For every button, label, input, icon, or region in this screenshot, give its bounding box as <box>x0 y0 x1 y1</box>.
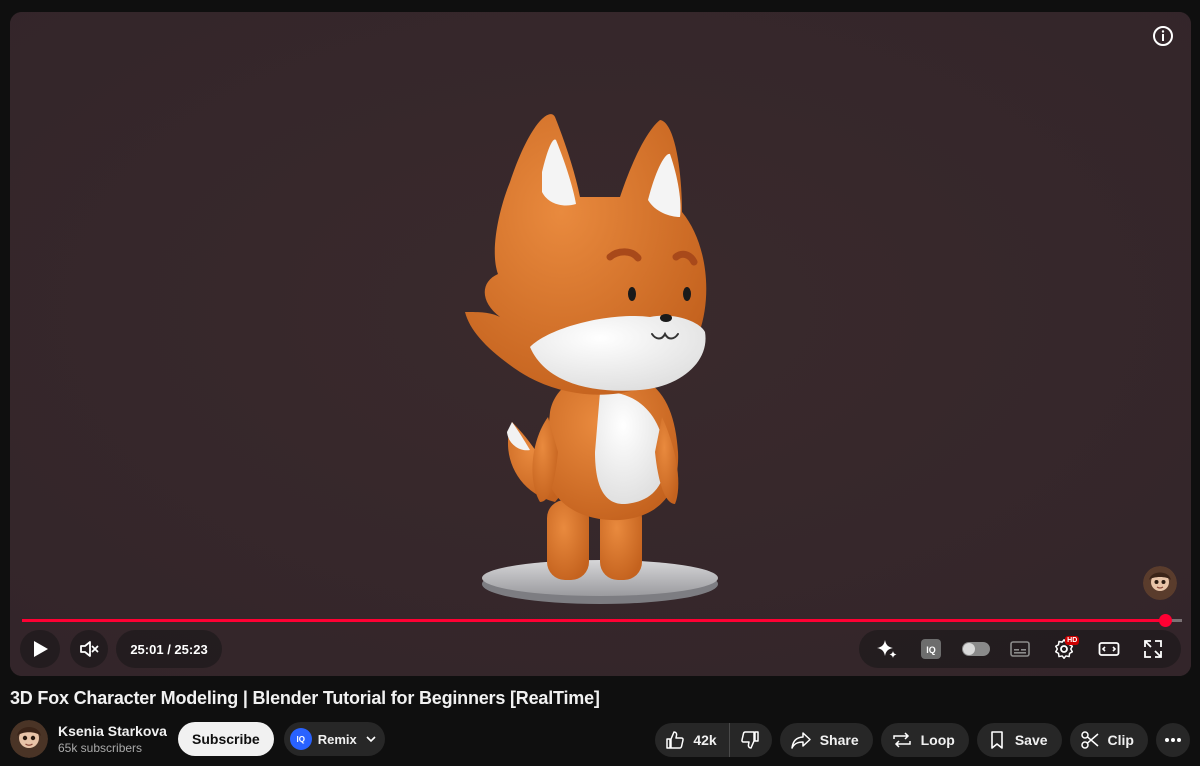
more-horizontal-icon <box>1165 738 1181 742</box>
like-dislike-group: 42k <box>655 723 772 757</box>
fullscreen-button[interactable] <box>1135 631 1171 667</box>
chevron-down-icon <box>366 736 376 743</box>
loop-button[interactable]: Loop <box>880 723 969 757</box>
channel-avatar[interactable] <box>10 720 48 758</box>
channel-name[interactable]: Ksenia Starkova <box>58 722 178 740</box>
share-icon <box>790 732 811 749</box>
info-icon[interactable] <box>1151 24 1175 48</box>
mute-button[interactable] <box>70 630 108 668</box>
video-player[interactable]: 25:01 / 25:23 IQ HD <box>10 12 1191 676</box>
time-separator: / <box>163 641 175 657</box>
loop-label: Loop <box>920 732 955 748</box>
duration: 25:23 <box>174 641 208 657</box>
scissors-icon <box>1080 731 1099 749</box>
thumbs-down-icon <box>740 731 759 749</box>
share-label: Share <box>819 732 859 748</box>
bookmark-icon <box>991 731 1003 749</box>
subtitles-button[interactable] <box>1002 631 1038 667</box>
like-button[interactable]: 42k <box>655 723 730 757</box>
more-actions-button[interactable] <box>1156 723 1190 757</box>
progress-played <box>22 619 1165 622</box>
channel-info: Ksenia Starkova 65k subscribers <box>58 722 178 756</box>
remix-button[interactable]: IQ Remix <box>283 722 385 756</box>
progress-scrubber[interactable] <box>1158 614 1172 627</box>
subscriber-count: 65k subscribers <box>58 741 143 755</box>
subscribe-button[interactable]: Subscribe <box>178 722 274 756</box>
subtitles-icon <box>1010 641 1030 657</box>
iq-extension-button[interactable]: IQ <box>913 631 949 667</box>
autoplay-switch <box>961 642 990 656</box>
theater-mode-icon <box>1098 642 1119 656</box>
current-time: 25:01 <box>130 641 164 657</box>
like-count: 42k <box>693 732 717 748</box>
loop-icon <box>892 732 911 748</box>
share-button[interactable]: Share <box>779 723 873 757</box>
svg-text:IQ: IQ <box>927 645 937 655</box>
time-display: 25:01 / 25:23 <box>116 630 222 668</box>
fullscreen-icon <box>1143 640 1162 658</box>
remix-label: Remix <box>317 731 357 747</box>
thumbs-up-icon <box>666 731 685 749</box>
fox-character-render <box>10 12 1191 676</box>
iq-icon: IQ <box>921 639 942 659</box>
dislike-button[interactable] <box>730 723 772 757</box>
clip-label: Clip <box>1107 732 1134 748</box>
action-bar: 42k Share Loop Save Clip <box>655 722 1190 758</box>
channel-owner-row: Ksenia Starkova 65k subscribers Subscrib… <box>10 718 385 760</box>
autoplay-toggle[interactable] <box>958 631 994 667</box>
sparkle-icon <box>877 640 897 658</box>
remix-logo-icon: IQ <box>289 728 312 750</box>
save-button[interactable]: Save <box>976 723 1062 757</box>
video-title: 3D Fox Character Modeling | Blender Tuto… <box>10 688 600 708</box>
settings-button[interactable]: HD <box>1046 631 1082 667</box>
play-button[interactable] <box>20 630 60 668</box>
clip-button[interactable]: Clip <box>1069 723 1148 757</box>
volume-muted-icon <box>80 641 99 657</box>
channel-watermark[interactable] <box>1143 566 1177 600</box>
ai-sparkle-button[interactable] <box>869 631 905 667</box>
video-frame[interactable] <box>10 12 1191 676</box>
theater-mode-button[interactable] <box>1091 631 1127 667</box>
hd-badge: HD <box>1065 636 1080 645</box>
play-icon <box>34 641 48 657</box>
progress-bar[interactable] <box>22 614 1182 627</box>
right-controls: IQ HD <box>859 630 1181 668</box>
save-label: Save <box>1014 732 1048 748</box>
player-controls: 25:01 / 25:23 IQ HD <box>10 630 1191 670</box>
